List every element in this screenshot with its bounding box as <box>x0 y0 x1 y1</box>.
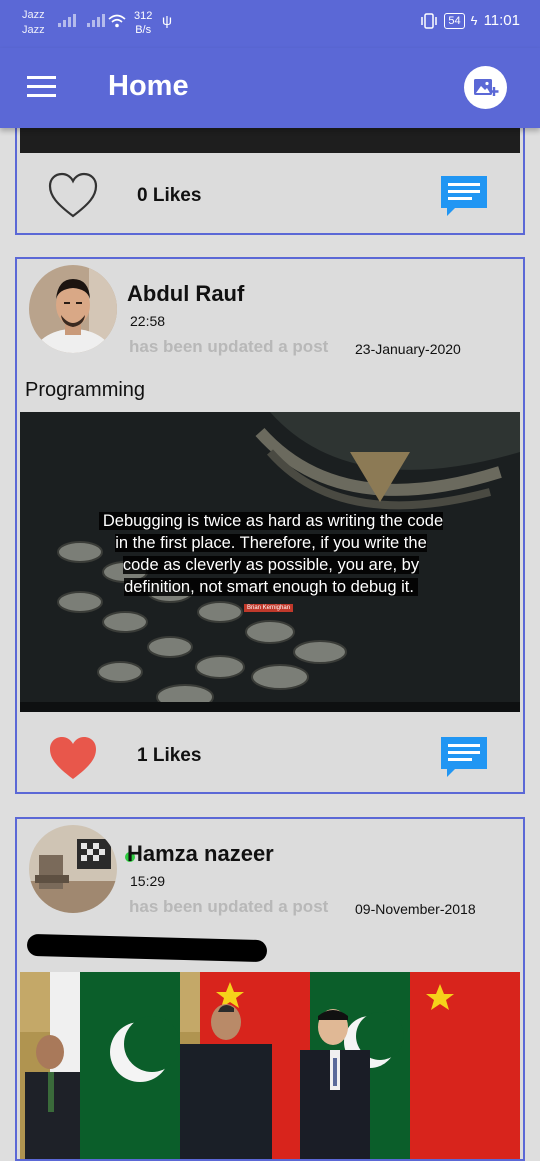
comment-icon[interactable] <box>439 735 489 779</box>
carrier-2: Jazz <box>22 24 45 36</box>
network-speed: 312 B/s <box>134 9 152 37</box>
vibrate-icon <box>421 12 438 29</box>
post-action-label: has been updated a post <box>129 897 329 916</box>
image-quote: Debugging is twice as hard as writing th… <box>96 510 446 598</box>
post-time: 15:29 <box>130 873 166 889</box>
avatar <box>29 825 117 913</box>
post-time: 22:58 <box>130 313 166 329</box>
meeting-photo <box>20 972 520 1159</box>
redacted-text <box>26 933 268 963</box>
carrier-labels: Jazz Jazz <box>22 8 45 38</box>
likes-count: 0 Likes <box>137 185 202 206</box>
post-card: Hamza nazeer 15:29 has been updated a po… <box>15 817 525 1161</box>
post-text: Programming <box>25 379 146 401</box>
like-heart-icon[interactable] <box>47 172 99 220</box>
likes-count: 1 Likes <box>137 745 202 766</box>
speed-value: 312 <box>134 10 153 22</box>
comment-icon[interactable] <box>439 174 489 218</box>
status-bar: Jazz Jazz 312 B/s ψ 54 ϟ 11:01 <box>0 0 540 48</box>
charging-icon: ϟ <box>470 13 478 28</box>
post-image[interactable]: Debugging is twice as hard as writing th… <box>20 412 520 712</box>
post-image[interactable] <box>20 972 520 1159</box>
avatar <box>29 265 117 353</box>
battery-level: 54 <box>444 12 465 29</box>
page-title: Home <box>108 70 189 102</box>
add-photo-button[interactable] <box>464 66 507 109</box>
clock: 11:01 <box>483 12 520 29</box>
signal-icon <box>58 14 76 27</box>
author-name[interactable]: Abdul Rauf <box>127 281 244 307</box>
quote-author: Brian Kernighan <box>244 604 294 612</box>
usb-icon: ψ <box>162 12 172 28</box>
quote-text: Debugging is twice as hard as writing th… <box>98 512 444 596</box>
post-date: 23-January-2020 <box>355 341 461 357</box>
post-card: 0 Likes <box>15 110 525 235</box>
app-bar: Home <box>0 48 540 128</box>
status-right: 54 ϟ 11:01 <box>420 12 520 29</box>
carrier-1: Jazz <box>22 9 45 21</box>
post-card: Abdul Rauf 22:58 has been updated a post… <box>15 257 525 794</box>
post-action-label: has been updated a post <box>129 337 329 356</box>
post-date: 09-November-2018 <box>355 901 476 917</box>
wifi-icon <box>108 14 126 28</box>
like-heart-icon[interactable] <box>47 735 99 783</box>
hamburger-menu-icon[interactable] <box>27 76 56 98</box>
add-photo-icon <box>473 78 498 96</box>
author-name[interactable]: Hamza nazeer <box>127 841 274 867</box>
signal-icon <box>87 14 105 27</box>
speed-unit: B/s <box>135 24 152 36</box>
